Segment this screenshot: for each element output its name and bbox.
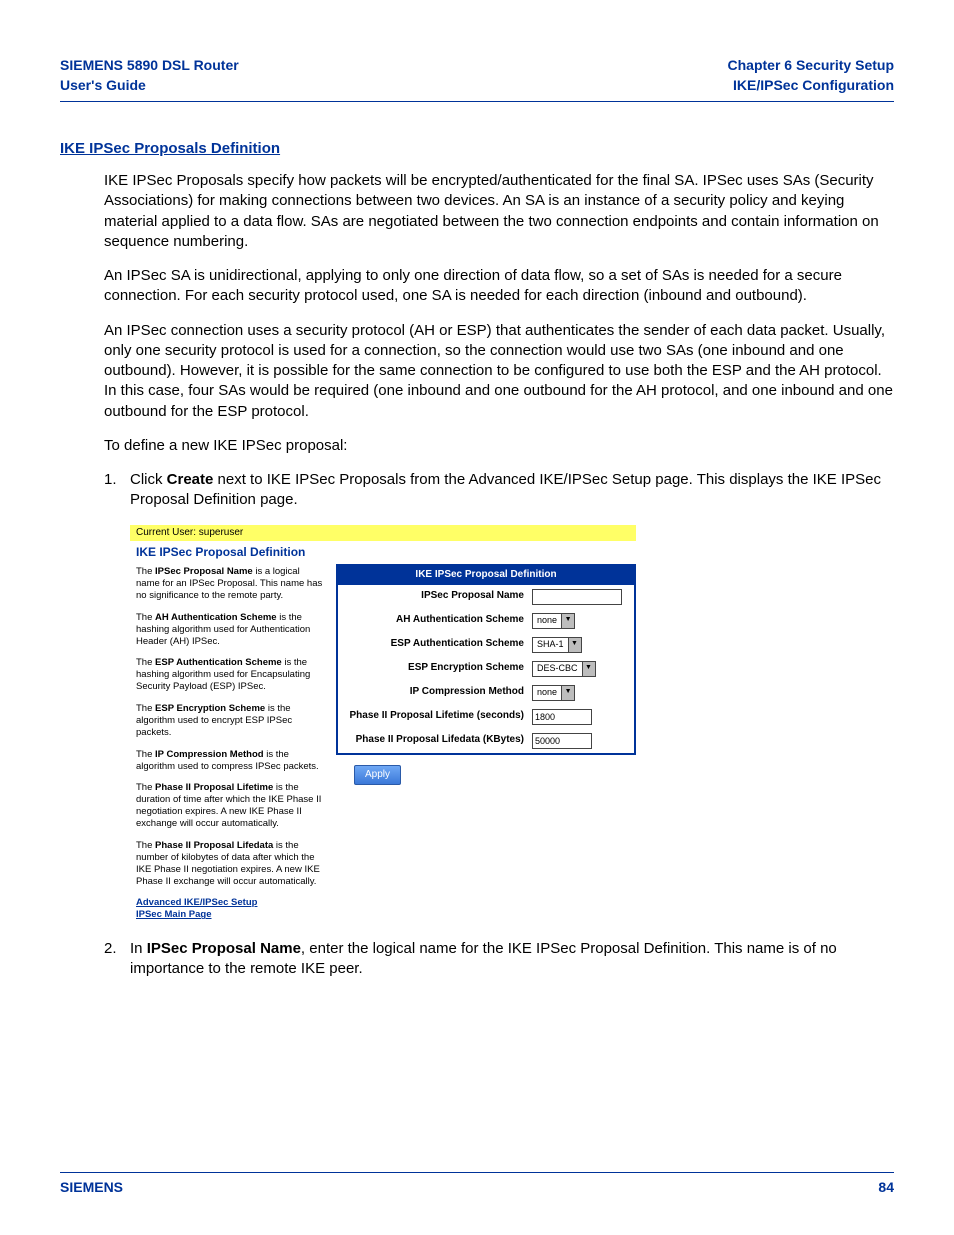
text: The — [136, 703, 155, 714]
bold-text: AH Authentication Scheme — [155, 612, 277, 623]
step-number: 2. — [104, 939, 130, 980]
proposal-name-input[interactable] — [532, 589, 622, 605]
select-value: SHA-1 — [535, 639, 568, 650]
form-header: IKE IPSec Proposal Definition — [338, 566, 634, 585]
text: The — [136, 840, 155, 851]
step-2: 2. In IPSec Proposal Name, enter the log… — [104, 939, 894, 980]
header-left: SIEMENS 5890 DSL Router User's Guide — [60, 56, 239, 95]
chevron-down-icon: ▼ — [582, 662, 595, 676]
bold-text: Phase II Proposal Lifetime — [155, 782, 273, 793]
bold-text: IPSec Proposal Name — [147, 940, 301, 957]
paragraph: To define a new IKE IPSec proposal: — [104, 436, 894, 456]
advanced-setup-link[interactable]: Advanced IKE/IPSec Setup — [136, 897, 326, 909]
chevron-down-icon: ▼ — [561, 614, 574, 628]
paragraph: IKE IPSec Proposals specify how packets … — [104, 171, 894, 252]
proposal-form: IKE IPSec Proposal Definition IPSec Prop… — [336, 564, 636, 755]
ip-comp-label: IP Compression Method — [344, 686, 532, 699]
proposal-name-label: IPSec Proposal Name — [344, 590, 532, 603]
bold-text: IPSec Proposal Name — [155, 566, 253, 577]
step-text: In IPSec Proposal Name, enter the logica… — [130, 939, 894, 980]
esp-enc-select[interactable]: DES-CBC▼ — [532, 661, 596, 677]
product-title: SIEMENS 5890 DSL Router — [60, 56, 239, 76]
esp-auth-label: ESP Authentication Scheme — [344, 638, 532, 651]
lifetime-input[interactable] — [532, 709, 592, 725]
section-path: IKE/IPSec Configuration — [728, 76, 895, 96]
paragraph: An IPSec connection uses a security prot… — [104, 321, 894, 422]
bold-text: Phase II Proposal Lifedata — [155, 840, 273, 851]
page-header: SIEMENS 5890 DSL Router User's Guide Cha… — [60, 56, 894, 102]
step-number: 1. — [104, 470, 130, 511]
help-panel: The IPSec Proposal Name is a logical nam… — [130, 564, 332, 925]
embedded-screenshot: Current User: superuser IKE IPSec Propos… — [130, 525, 636, 926]
paragraph: An IPSec SA is unidirectional, applying … — [104, 266, 894, 307]
screenshot-page-title: IKE IPSec Proposal Definition — [130, 541, 636, 564]
ip-comp-select[interactable]: none▼ — [532, 685, 575, 701]
text: The — [136, 782, 155, 793]
select-value: none — [535, 615, 561, 626]
ah-auth-label: AH Authentication Scheme — [344, 614, 532, 627]
lifetime-label: Phase II Proposal Lifetime (seconds) — [344, 710, 532, 723]
select-value: none — [535, 687, 561, 698]
bold-text: IP Compression Method — [155, 749, 264, 760]
chevron-down-icon: ▼ — [568, 638, 581, 652]
ah-auth-select[interactable]: none▼ — [532, 613, 575, 629]
text: In — [130, 940, 147, 957]
text: Click — [130, 471, 167, 488]
step-1: 1. Click Create next to IKE IPSec Propos… — [104, 470, 894, 511]
footer-brand: SIEMENS — [60, 1179, 123, 1195]
lifedata-input[interactable] — [532, 733, 592, 749]
chevron-down-icon: ▼ — [561, 686, 574, 700]
text: The — [136, 749, 155, 760]
text: The — [136, 566, 155, 577]
page-number: 84 — [878, 1179, 894, 1195]
ipsec-main-link[interactable]: IPSec Main Page — [136, 909, 326, 921]
bold-text: ESP Encryption Scheme — [155, 703, 265, 714]
text: next to IKE IPSec Proposals from the Adv… — [130, 471, 881, 508]
esp-enc-label: ESP Encryption Scheme — [344, 662, 532, 675]
section-heading: IKE IPSec Proposals Definition — [60, 140, 894, 157]
current-user-bar: Current User: superuser — [130, 525, 636, 542]
text: The — [136, 612, 155, 623]
bold-text: Create — [167, 471, 214, 488]
doc-title: User's Guide — [60, 76, 239, 96]
step-text: Click Create next to IKE IPSec Proposals… — [130, 470, 894, 511]
esp-auth-select[interactable]: SHA-1▼ — [532, 637, 582, 653]
apply-button[interactable]: Apply — [354, 765, 401, 786]
header-right: Chapter 6 Security Setup IKE/IPSec Confi… — [728, 56, 895, 95]
chapter-title: Chapter 6 Security Setup — [728, 56, 895, 76]
page-footer: SIEMENS 84 — [60, 1172, 894, 1195]
lifedata-label: Phase II Proposal Lifedata (KBytes) — [344, 734, 532, 747]
select-value: DES-CBC — [535, 663, 582, 674]
bold-text: ESP Authentication Scheme — [155, 657, 282, 668]
text: The — [136, 657, 155, 668]
